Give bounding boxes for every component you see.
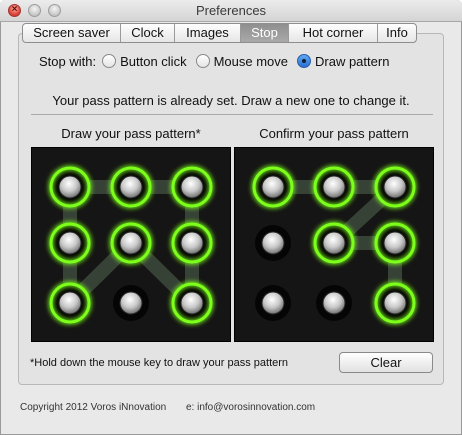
pattern-node-active[interactable] xyxy=(48,281,92,325)
stop-with-group: Stop with: Button click Mouse move Draw … xyxy=(39,52,398,70)
pattern-node-active[interactable] xyxy=(170,221,214,265)
radio-button-click[interactable]: Button click xyxy=(102,53,187,69)
pattern-node-active[interactable] xyxy=(48,221,92,265)
stop-with-label: Stop with: xyxy=(39,53,97,69)
radio-draw-pattern[interactable]: Draw pattern xyxy=(297,54,389,69)
pattern-node-active[interactable] xyxy=(48,165,92,209)
pattern-node-active[interactable] xyxy=(373,165,417,209)
pattern-node-active[interactable] xyxy=(312,221,356,265)
radio-circle-checked[interactable] xyxy=(297,54,311,68)
radio-label: Draw pattern xyxy=(315,53,390,69)
pattern-node[interactable] xyxy=(255,225,291,261)
copyright-text: Copyright 2012 Voros iNnovation xyxy=(20,402,167,413)
radio-circle[interactable] xyxy=(102,54,117,68)
pattern-node-active[interactable] xyxy=(373,221,417,265)
pattern-node[interactable] xyxy=(255,285,291,321)
pattern-node-active[interactable] xyxy=(251,165,295,209)
pattern-node-active[interactable] xyxy=(170,281,214,325)
tab-stop[interactable]: Stop xyxy=(241,24,289,42)
footnote-text: *Hold down the mouse key to draw your pa… xyxy=(30,357,289,369)
radio-label: Mouse move xyxy=(213,53,288,69)
window-title: Preferences xyxy=(195,3,267,18)
pattern-node-active[interactable] xyxy=(109,221,153,265)
radio-label: Button click xyxy=(120,53,187,69)
tab-hot-corner[interactable]: Hot corner xyxy=(289,24,378,42)
clear-button[interactable]: Clear xyxy=(339,352,433,373)
tab-images[interactable]: Images xyxy=(175,24,241,42)
confirm-pattern-pad[interactable] xyxy=(234,147,434,342)
email-text: e: info@vorosinnovation.com xyxy=(186,402,316,413)
status-message: Your pass pattern is already set. Draw a… xyxy=(52,93,410,108)
confirm-pattern-title: Confirm your pass pattern xyxy=(259,126,409,141)
tab-info[interactable]: Info xyxy=(378,24,416,42)
title-bar[interactable]: × Preferences xyxy=(0,0,462,22)
tab-clock[interactable]: Clock xyxy=(121,24,175,42)
pattern-node-active[interactable] xyxy=(312,165,356,209)
pattern-node-active[interactable] xyxy=(373,281,417,325)
pattern-node[interactable] xyxy=(113,285,149,321)
preferences-window: × Preferences Screen saver Clock Images … xyxy=(0,0,462,435)
draw-pattern-pad[interactable] xyxy=(31,147,231,342)
tab-bar: Screen saver Clock Images Stop Hot corne… xyxy=(22,23,417,43)
radio-circle[interactable] xyxy=(195,54,210,68)
divider xyxy=(31,114,433,115)
pattern-node-active[interactable] xyxy=(170,165,214,209)
tab-screen-saver[interactable]: Screen saver xyxy=(23,24,121,42)
pattern-node[interactable] xyxy=(316,285,352,321)
pattern-node-active[interactable] xyxy=(109,165,153,209)
radio-mouse-move[interactable]: Mouse move xyxy=(195,53,288,69)
draw-pattern-title: Draw your pass pattern* xyxy=(61,126,201,141)
